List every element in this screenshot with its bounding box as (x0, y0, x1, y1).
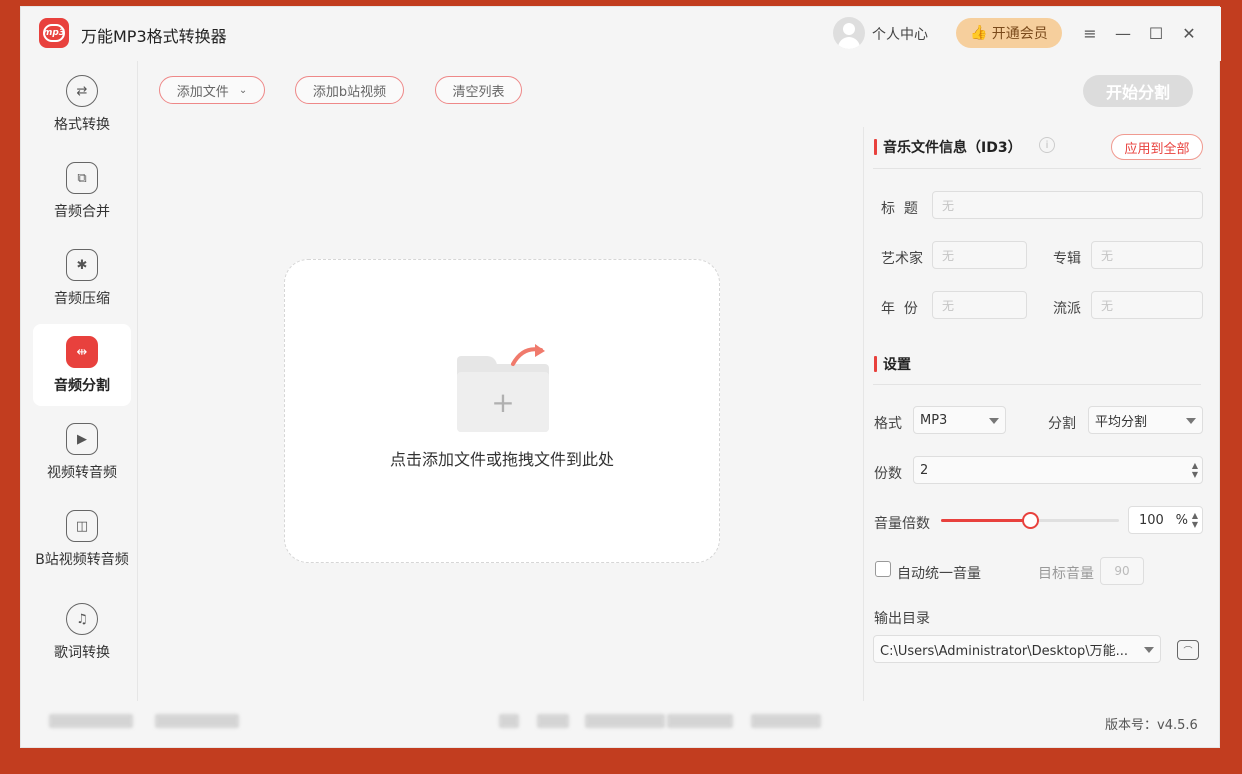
add-file-label: 添加文件 (176, 84, 229, 100)
add-bilibili-button[interactable]: 添加b站视频 (295, 76, 404, 104)
sidebar-item-audio-split[interactable]: ⇹ 音频分割 (33, 324, 131, 406)
title-field[interactable]: 无 (932, 191, 1203, 219)
add-file-button[interactable]: 添加文件 ⌄ (159, 76, 265, 104)
divider (873, 168, 1201, 169)
format-convert-icon: ⇄ (66, 75, 98, 107)
target-volume-field[interactable]: 90 (1100, 557, 1144, 585)
sidebar-item-label: 视频转音频 (47, 465, 117, 481)
blurred-status-text (667, 714, 733, 728)
menu-icon[interactable]: ≡ (1078, 21, 1102, 45)
blurred-status-text (49, 714, 133, 728)
blurred-status-text (585, 714, 665, 728)
chevron-down-icon (1144, 647, 1154, 653)
format-select-value: MP3 (920, 412, 948, 428)
output-dir-select[interactable]: C:\Users\Administrator\Desktop\万能... (873, 635, 1161, 663)
open-folder-icon[interactable]: ⌒ (1177, 640, 1199, 660)
sidebar-item-bilibili[interactable]: ◫ B站视频转音频 (33, 498, 131, 588)
thumbs-up-icon: 👍 (970, 25, 988, 41)
spin-arrows-icon[interactable]: ▲ ▼ (1192, 461, 1198, 479)
volume-slider-fill (941, 519, 1030, 522)
minimize-icon[interactable]: — (1111, 21, 1135, 45)
output-dir-label: 输出目录 (874, 611, 930, 627)
sidebar-item-format-convert[interactable]: ⇄ 格式转换 (33, 63, 131, 145)
lyrics-convert-icon: ♫ (66, 603, 98, 635)
parts-value: 2 (920, 462, 929, 478)
id3-section-title: 音乐文件信息（ID3） (874, 137, 1022, 157)
divider (873, 384, 1201, 385)
volume-slider-thumb[interactable] (1022, 512, 1039, 529)
volume-stepper[interactable]: 100 % ▲ ▼ (1128, 506, 1203, 534)
maximize-icon[interactable]: ☐ (1144, 21, 1168, 45)
clear-list-button[interactable]: 清空列表 (435, 76, 522, 104)
bilibili-tv-icon: ◫ (66, 510, 98, 542)
settings-section-title: 设置 (874, 354, 911, 374)
title-bar: mp3 万能MP3格式转换器 个人中心 👍 开通会员 ≡ — ☐ ✕ (21, 7, 1221, 61)
auto-volume-checkbox[interactable] (875, 561, 891, 577)
volume-unit: % (1175, 512, 1188, 528)
blurred-status-text (499, 714, 519, 728)
chevron-down-icon: ⌄ (238, 84, 248, 96)
sidebar-item-label: 音频分割 (54, 378, 110, 394)
volume-slider[interactable] (941, 512, 1119, 529)
apply-to-all-button[interactable]: 应用到全部 (1111, 134, 1203, 160)
format-select[interactable]: MP3 (913, 406, 1006, 434)
spin-arrows-icon[interactable]: ▲ ▼ (1192, 511, 1198, 529)
title-label: 标 题 (881, 201, 918, 217)
sidebar-item-lyrics[interactable]: ♫ 歌词转换 (33, 591, 131, 673)
target-volume-label: 目标音量 (1038, 566, 1094, 582)
year-field[interactable]: 无 (932, 291, 1027, 319)
split-label: 分割 (1048, 416, 1076, 432)
output-dir-path: C:\Users\Administrator\Desktop\万能... (880, 643, 1129, 659)
version-label: 版本号：v4.5.6 (1105, 718, 1198, 733)
add-folder-icon: + (457, 344, 549, 432)
volume-value: 100 (1139, 512, 1164, 528)
parts-label: 份数 (874, 466, 902, 482)
user-center-link[interactable]: 个人中心 (872, 24, 928, 44)
file-drop-zone[interactable]: + 点击添加文件或拖拽文件到此处 (284, 259, 720, 563)
vip-button[interactable]: 👍 开通会员 (956, 18, 1062, 48)
audio-split-icon: ⇹ (66, 336, 98, 368)
user-avatar-icon[interactable] (833, 17, 865, 49)
album-label: 专辑 (1053, 251, 1081, 267)
split-mode-value: 平均分割 (1095, 414, 1148, 430)
genre-field[interactable]: 无 (1091, 291, 1203, 319)
format-label: 格式 (874, 416, 902, 432)
video-to-audio-icon: ▶ (66, 423, 98, 455)
parts-stepper[interactable]: 2 ▲ ▼ (913, 456, 1203, 484)
split-mode-select[interactable]: 平均分割 (1088, 406, 1203, 434)
artist-field[interactable]: 无 (932, 241, 1027, 269)
audio-compress-icon: ✱ (66, 249, 98, 281)
panel-divider (863, 127, 864, 701)
sidebar-item-label: B站视频转音频 (35, 552, 129, 568)
year-label: 年 份 (881, 301, 918, 317)
sidebar-item-label: 音频压缩 (54, 291, 110, 307)
sidebar-item-label: 格式转换 (54, 117, 110, 133)
sidebar-item-label: 音频合并 (54, 204, 110, 220)
chevron-down-icon (1186, 418, 1196, 424)
artist-label: 艺术家 (881, 251, 923, 267)
sidebar-item-audio-compress[interactable]: ✱ 音频压缩 (33, 237, 131, 319)
app-logo-icon: mp3 (39, 18, 69, 48)
app-window: mp3 万能MP3格式转换器 个人中心 👍 开通会员 ≡ — ☐ ✕ ⇄ 格式转… (20, 6, 1221, 748)
blurred-status-text (751, 714, 821, 728)
start-split-button[interactable]: 开始分割 (1083, 75, 1193, 107)
sidebar-item-label: 歌词转换 (54, 645, 110, 661)
audio-merge-icon: ⧉ (66, 162, 98, 194)
sidebar-item-audio-merge[interactable]: ⧉ 音频合并 (33, 150, 131, 232)
blurred-status-text (537, 714, 569, 728)
drop-zone-text: 点击添加文件或拖拽文件到此处 (389, 450, 614, 469)
auto-volume-label: 自动统一音量 (897, 566, 981, 582)
genre-label: 流派 (1053, 301, 1081, 317)
album-field[interactable]: 无 (1091, 241, 1203, 269)
blurred-status-text (155, 714, 239, 728)
volume-label: 音量倍数 (874, 516, 930, 532)
vip-button-label: 开通会员 (991, 26, 1048, 42)
info-icon[interactable]: i (1039, 137, 1055, 153)
sidebar-item-video-to-audio[interactable]: ▶ 视频转音频 (33, 411, 131, 493)
sidebar: ⇄ 格式转换 ⧉ 音频合并 ✱ 音频压缩 ⇹ 音频分割 ▶ 视频转音频 ◫ B站… (21, 61, 138, 701)
chevron-down-icon (989, 418, 999, 424)
app-title: 万能MP3格式转换器 (81, 27, 227, 46)
close-icon[interactable]: ✕ (1177, 21, 1201, 45)
